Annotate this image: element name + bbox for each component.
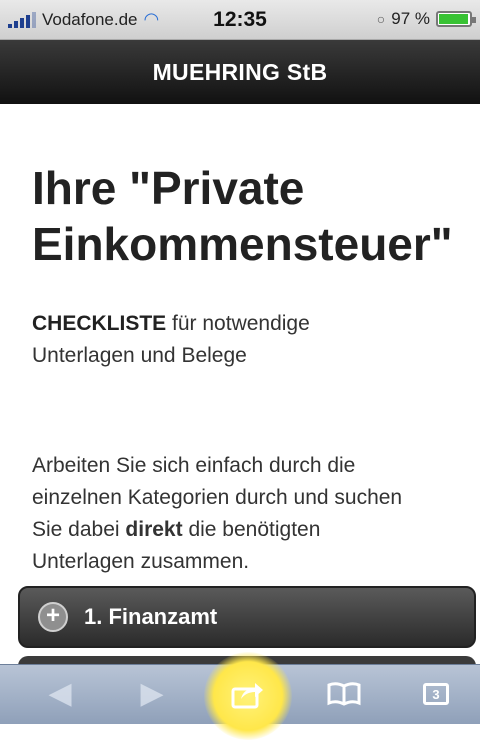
status-right: ○ 97 % — [376, 9, 476, 29]
expand-plus-icon: + — [38, 602, 68, 632]
headline-line-1: Ihre "Private — [32, 162, 305, 214]
tabs-icon: 3 — [423, 683, 449, 705]
back-button[interactable]: ◀ — [28, 672, 92, 716]
share-icon — [231, 683, 263, 709]
forward-button[interactable]: ▶ — [120, 672, 184, 716]
category-finanzamt[interactable]: + 1. Finanzamt — [18, 586, 476, 648]
intro-paragraph: Arbeiten Sie sich einfach durch die einz… — [32, 450, 452, 578]
intro-line-1: Arbeiten Sie sich einfach durch die — [32, 454, 356, 477]
intro-line-2: einzelnen Kategorien durch und suchen — [32, 486, 403, 509]
checklist-subtitle: CHECKLISTE für notwendige Unterlagen und… — [32, 308, 452, 372]
category-label: 1. Finanzamt — [84, 604, 218, 629]
clock-icon: ○ — [376, 11, 386, 27]
tabs-count: 3 — [432, 686, 440, 702]
battery-icon — [436, 11, 476, 27]
intro-emphasis: direkt — [125, 518, 183, 541]
battery-percent: 97 % — [391, 9, 430, 28]
intro-line-3c: die benötigten — [188, 518, 321, 541]
page-headline: Ihre "Private Einkommensteuer" — [32, 160, 453, 272]
intro-line-4: Unterlagen zusammen. — [32, 550, 250, 573]
bookmarks-button[interactable] — [312, 672, 376, 716]
forward-icon: ▶ — [140, 677, 164, 710]
main-content: Ihre "Private Einkommensteuer" CHECKLIST… — [32, 104, 453, 578]
share-button[interactable] — [216, 672, 280, 716]
tabs-button[interactable]: 3 — [404, 672, 468, 716]
checklist-bold: CHECKLISTE — [32, 312, 167, 335]
status-bar: Vodafone.de ◠ 12:35 ○ 97 % — [0, 0, 480, 40]
site-title: MUEHRING StB — [152, 58, 328, 85]
checklist-line-2: Unterlagen und Belege — [32, 344, 247, 367]
bookmarks-icon — [327, 682, 361, 706]
headline-line-2: Einkommensteuer" — [32, 218, 453, 270]
intro-line-3a: Sie dabei — [32, 518, 120, 541]
page-title-bar: MUEHRING StB — [0, 40, 480, 104]
checklist-rest: für notwendige — [172, 312, 310, 335]
back-icon: ◀ — [48, 677, 72, 710]
